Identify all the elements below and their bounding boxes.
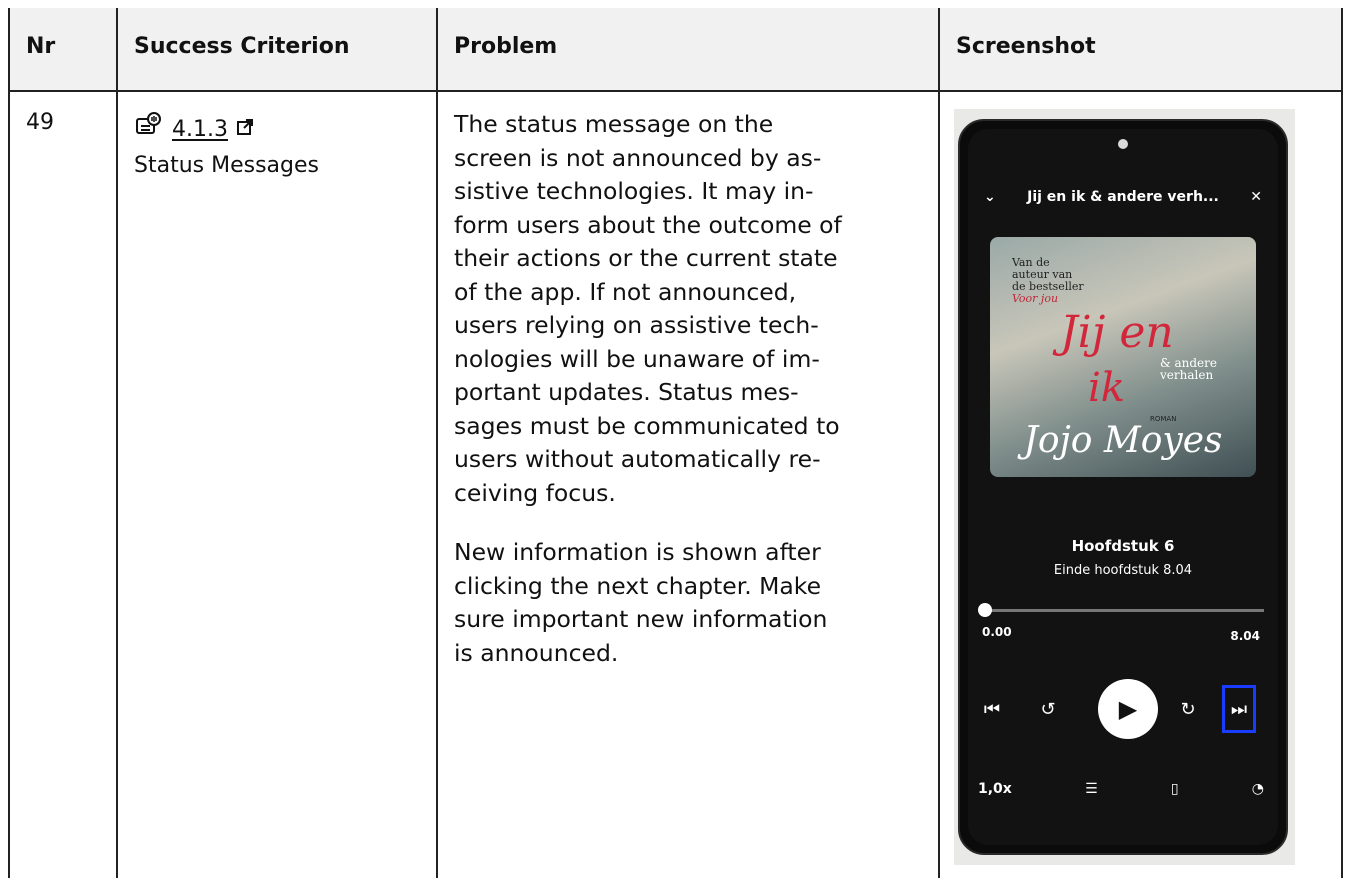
problem-line: sistive technologies. It may in- (454, 177, 814, 205)
elapsed-time: 0.00 (982, 625, 1012, 639)
column-divider (8, 8, 10, 878)
problem-line: their actions or the current state (454, 244, 838, 272)
header-success-criterion-label: Success Criterion (134, 34, 350, 59)
audiobook-player-screen: ⌄ Jij en ik & andere verh... ✕ Van de au… (968, 129, 1278, 845)
header-screenshot: Screenshot (940, 8, 1341, 90)
problem-paragraph-2: New information is shown after clicking … (454, 536, 930, 670)
header-nr-label: Nr (26, 34, 56, 59)
bookmark-icon[interactable]: ▯ (1171, 781, 1179, 797)
problem-line: The status message on the (454, 110, 774, 138)
chapter-title: Hoofdstuk 6 (1071, 537, 1175, 555)
problem-line: screen is not announced by as- (454, 143, 822, 172)
book-cover: Van de auteur van de bestseller Voor jou… (990, 237, 1256, 477)
progress-handle[interactable] (978, 603, 992, 617)
problem-line: portant updates. Status mes- (454, 378, 799, 406)
play-icon[interactable]: ▶ (1098, 679, 1158, 739)
progress-track[interactable] (982, 609, 1264, 612)
sleep-timer-icon[interactable]: ◔ (1252, 781, 1264, 797)
problem-line: users relying on assistive tech- (454, 311, 819, 339)
header-screenshot-label: Screenshot (956, 34, 1096, 59)
book-title: Jij en ik & andere verh... (1027, 189, 1219, 205)
previous-chapter-icon[interactable]: ⏮ (978, 695, 1006, 723)
problem-line: clicking the next chapter. Make (454, 571, 822, 600)
problem-line: sure important new information (454, 605, 828, 633)
criterion-link[interactable]: 4.1.3 (172, 113, 228, 147)
cover-title-2: ik (1088, 365, 1126, 411)
chapter-list-icon[interactable]: ☰ (1085, 781, 1098, 797)
header-problem: Problem (438, 8, 938, 90)
forward-10-icon[interactable]: ↻ (1174, 695, 1202, 723)
rewind-10-icon[interactable]: ↺ (1034, 695, 1062, 723)
chapter-end-time: Einde hoofdstuk 8.04 (1053, 563, 1193, 578)
header-nr: Nr (10, 8, 116, 90)
criterion-name: Status Messages (134, 153, 319, 178)
phone-device: ⌄ Jij en ik & andere verh... ✕ Van de au… (958, 119, 1288, 855)
screen-reader-icon (134, 110, 164, 149)
player-bottom-bar: 1,0x ☰ ▯ ◔ (978, 781, 1264, 797)
cover-author: Jojo Moyes (1023, 420, 1223, 461)
cover-subtitle: & andere verhalen (1160, 356, 1217, 382)
header-success-criterion: Success Criterion (118, 8, 436, 90)
cover-tagline-title: Voor jou (1012, 292, 1059, 305)
problem-line: ceiving focus. (454, 478, 616, 507)
chevron-down-icon: ⌄ (984, 189, 996, 205)
phone-screenshot-image: ⌄ Jij en ik & andere verh... ✕ Van de au… (954, 109, 1295, 865)
problem-line: nologies will be unaware of im- (454, 344, 820, 373)
problem-paragraph-1: The status message on the screen is not … (454, 108, 930, 510)
playback-controls: ⏮ ↺ ▶ ↻ ⏭ (978, 677, 1268, 741)
header-problem-label: Problem (454, 34, 558, 59)
next-chapter-icon[interactable]: ⏭ (1225, 695, 1253, 723)
problem-line: form users about the outcome of (454, 210, 842, 239)
close-icon: ✕ (1250, 189, 1262, 205)
speed-button[interactable]: 1,0x (978, 781, 1012, 797)
row-number: 49 (26, 110, 54, 135)
column-divider (1341, 8, 1343, 878)
problem-line: is announced. (454, 638, 619, 667)
problem-line: of the app. If not announced, (454, 277, 797, 306)
accessibility-issues-table: Nr Success Criterion Problem Screenshot … (8, 8, 1343, 878)
player-top-bar: ⌄ Jij en ik & andere verh... ✕ (984, 185, 1262, 209)
problem-line: New information is shown after (454, 538, 821, 566)
success-criterion-cell: 4.1.3 Status Messages (118, 92, 452, 183)
problem-line: users without automatically re- (454, 445, 821, 473)
cover-tagline: Van de auteur van de bestseller Voor jou (1012, 257, 1084, 305)
cover-title: Jij en (1060, 307, 1174, 358)
external-link-icon[interactable] (236, 113, 254, 147)
total-time: 8.04 (1230, 629, 1260, 643)
front-camera (1118, 139, 1128, 149)
problem-line: sages must be communicated to (454, 411, 840, 440)
problem-cell: The status message on the screen is not … (438, 92, 954, 696)
